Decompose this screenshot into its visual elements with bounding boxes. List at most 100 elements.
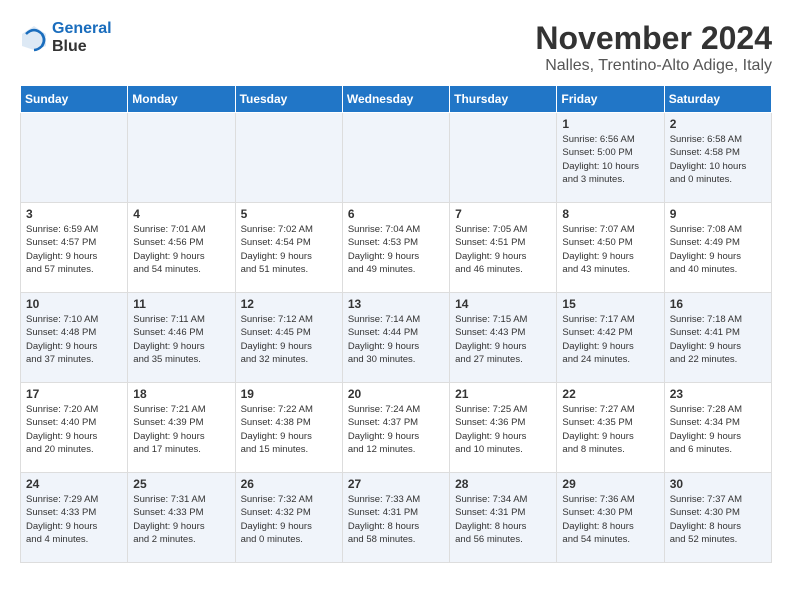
day-number: 20 bbox=[348, 387, 444, 401]
calendar-cell: 7 Sunrise: 7:05 AMSunset: 4:51 PMDaylight… bbox=[450, 203, 557, 293]
day-info: Sunrise: 7:10 AMSunset: 4:48 PMDaylight:… bbox=[26, 313, 122, 366]
header: General Blue November 2024 Nalles, Trent… bbox=[20, 20, 772, 75]
day-info: Sunrise: 7:36 AMSunset: 4:30 PMDaylight:… bbox=[562, 493, 658, 546]
title-area: November 2024 Nalles, Trentino-Alto Adig… bbox=[535, 20, 772, 75]
day-info: Sunrise: 7:04 AMSunset: 4:53 PMDaylight:… bbox=[348, 223, 444, 276]
day-number: 10 bbox=[26, 297, 122, 311]
logo-text: General Blue bbox=[52, 20, 112, 56]
day-info: Sunrise: 7:29 AMSunset: 4:33 PMDaylight:… bbox=[26, 493, 122, 546]
weekday-header-monday: Monday bbox=[128, 86, 235, 113]
calendar-cell bbox=[342, 113, 449, 203]
day-info: Sunrise: 6:59 AMSunset: 4:57 PMDaylight:… bbox=[26, 223, 122, 276]
weekday-header-friday: Friday bbox=[557, 86, 664, 113]
calendar-cell: 19Sunrise: 7:22 AMSunset: 4:38 PMDayligh… bbox=[235, 383, 342, 473]
logo-icon bbox=[20, 24, 48, 52]
calendar-cell: 14 Sunrise: 7:15 AMSunset: 4:43 PMDayligh… bbox=[450, 293, 557, 383]
calendar-cell bbox=[450, 113, 557, 203]
calendar-cell: 23Sunrise: 7:28 AMSunset: 4:34 PMDayligh… bbox=[664, 383, 771, 473]
calendar-cell: 28 Sunrise: 7:34 AMSunset: 4:31 PMDayligh… bbox=[450, 473, 557, 563]
calendar-cell: 25 Sunrise: 7:31 AMSunset: 4:33 PMDayligh… bbox=[128, 473, 235, 563]
day-info: Sunrise: 7:01 AMSunset: 4:56 PMDaylight:… bbox=[133, 223, 229, 276]
day-number: 28 bbox=[455, 477, 551, 491]
calendar-cell: 16Sunrise: 7:18 AMSunset: 4:41 PMDayligh… bbox=[664, 293, 771, 383]
calendar-week-row: 17 Sunrise: 7:20 AMSunset: 4:40 PMDayligh… bbox=[21, 383, 772, 473]
day-number: 18 bbox=[133, 387, 229, 401]
day-info: Sunrise: 7:24 AMSunset: 4:37 PMDaylight:… bbox=[348, 403, 444, 456]
calendar-cell bbox=[21, 113, 128, 203]
day-info: Sunrise: 7:15 AMSunset: 4:43 PMDaylight:… bbox=[455, 313, 551, 366]
day-number: 29 bbox=[562, 477, 658, 491]
day-info: Sunrise: 7:37 AMSunset: 4:30 PMDaylight:… bbox=[670, 493, 766, 546]
day-number: 14 bbox=[455, 297, 551, 311]
day-number: 13 bbox=[348, 297, 444, 311]
calendar-week-row: 10 Sunrise: 7:10 AMSunset: 4:48 PMDayligh… bbox=[21, 293, 772, 383]
calendar-cell: 5 Sunrise: 7:02 AMSunset: 4:54 PMDaylight… bbox=[235, 203, 342, 293]
day-number: 7 bbox=[455, 207, 551, 221]
day-info: Sunrise: 6:58 AMSunset: 4:58 PMDaylight:… bbox=[670, 133, 766, 186]
day-number: 4 bbox=[133, 207, 229, 221]
calendar-cell: 17 Sunrise: 7:20 AMSunset: 4:40 PMDayligh… bbox=[21, 383, 128, 473]
day-number: 26 bbox=[241, 477, 337, 491]
calendar-cell: 11 Sunrise: 7:11 AMSunset: 4:46 PMDayligh… bbox=[128, 293, 235, 383]
day-number: 17 bbox=[26, 387, 122, 401]
calendar-cell: 9Sunrise: 7:08 AMSunset: 4:49 PMDaylight… bbox=[664, 203, 771, 293]
calendar-body: 1Sunrise: 6:56 AMSunset: 5:00 PMDaylight… bbox=[21, 113, 772, 563]
day-number: 19 bbox=[241, 387, 337, 401]
day-info: Sunrise: 7:12 AMSunset: 4:45 PMDaylight:… bbox=[241, 313, 337, 366]
day-number: 11 bbox=[133, 297, 229, 311]
day-number: 15 bbox=[562, 297, 658, 311]
calendar-week-row: 1Sunrise: 6:56 AMSunset: 5:00 PMDaylight… bbox=[21, 113, 772, 203]
calendar-week-row: 3 Sunrise: 6:59 AMSunset: 4:57 PMDaylight… bbox=[21, 203, 772, 293]
calendar-cell: 21 Sunrise: 7:25 AMSunset: 4:36 PMDayligh… bbox=[450, 383, 557, 473]
day-number: 27 bbox=[348, 477, 444, 491]
calendar-table: SundayMondayTuesdayWednesdayThursdayFrid… bbox=[20, 85, 772, 563]
calendar-cell: 22 Sunrise: 7:27 AMSunset: 4:35 PMDayligh… bbox=[557, 383, 664, 473]
day-number: 22 bbox=[562, 387, 658, 401]
calendar-cell: 18 Sunrise: 7:21 AMSunset: 4:39 PMDayligh… bbox=[128, 383, 235, 473]
day-number: 5 bbox=[241, 207, 337, 221]
logo: General Blue bbox=[20, 20, 112, 56]
day-info: Sunrise: 7:02 AMSunset: 4:54 PMDaylight:… bbox=[241, 223, 337, 276]
day-number: 12 bbox=[241, 297, 337, 311]
day-number: 24 bbox=[26, 477, 122, 491]
calendar-cell: 29 Sunrise: 7:36 AMSunset: 4:30 PMDayligh… bbox=[557, 473, 664, 563]
month-title: November 2024 bbox=[535, 20, 772, 57]
calendar-cell: 8Sunrise: 7:07 AMSunset: 4:50 PMDaylight… bbox=[557, 203, 664, 293]
day-info: Sunrise: 7:33 AMSunset: 4:31 PMDaylight:… bbox=[348, 493, 444, 546]
calendar-cell: 27 Sunrise: 7:33 AMSunset: 4:31 PMDayligh… bbox=[342, 473, 449, 563]
day-number: 6 bbox=[348, 207, 444, 221]
calendar-cell: 2 Sunrise: 6:58 AMSunset: 4:58 PMDaylight… bbox=[664, 113, 771, 203]
day-number: 21 bbox=[455, 387, 551, 401]
day-number: 23 bbox=[670, 387, 766, 401]
calendar-week-row: 24 Sunrise: 7:29 AMSunset: 4:33 PMDayligh… bbox=[21, 473, 772, 563]
calendar-cell bbox=[235, 113, 342, 203]
day-info: Sunrise: 7:27 AMSunset: 4:35 PMDaylight:… bbox=[562, 403, 658, 456]
day-info: Sunrise: 7:05 AMSunset: 4:51 PMDaylight:… bbox=[455, 223, 551, 276]
weekday-header-tuesday: Tuesday bbox=[235, 86, 342, 113]
calendar-cell: 30 Sunrise: 7:37 AMSunset: 4:30 PMDayligh… bbox=[664, 473, 771, 563]
day-info: Sunrise: 7:11 AMSunset: 4:46 PMDaylight:… bbox=[133, 313, 229, 366]
day-info: Sunrise: 7:21 AMSunset: 4:39 PMDaylight:… bbox=[133, 403, 229, 456]
day-number: 30 bbox=[670, 477, 766, 491]
day-number: 25 bbox=[133, 477, 229, 491]
day-number: 16 bbox=[670, 297, 766, 311]
calendar-cell: 6 Sunrise: 7:04 AMSunset: 4:53 PMDaylight… bbox=[342, 203, 449, 293]
calendar-cell: 15Sunrise: 7:17 AMSunset: 4:42 PMDayligh… bbox=[557, 293, 664, 383]
day-number: 9 bbox=[670, 207, 766, 221]
calendar-cell: 26Sunrise: 7:32 AMSunset: 4:32 PMDayligh… bbox=[235, 473, 342, 563]
day-info: Sunrise: 7:20 AMSunset: 4:40 PMDaylight:… bbox=[26, 403, 122, 456]
day-number: 2 bbox=[670, 117, 766, 131]
day-info: Sunrise: 6:56 AMSunset: 5:00 PMDaylight:… bbox=[562, 133, 658, 186]
day-number: 3 bbox=[26, 207, 122, 221]
location-title: Nalles, Trentino-Alto Adige, Italy bbox=[535, 57, 772, 75]
day-info: Sunrise: 7:25 AMSunset: 4:36 PMDaylight:… bbox=[455, 403, 551, 456]
calendar-cell: 4 Sunrise: 7:01 AMSunset: 4:56 PMDaylight… bbox=[128, 203, 235, 293]
day-info: Sunrise: 7:34 AMSunset: 4:31 PMDaylight:… bbox=[455, 493, 551, 546]
calendar-cell: 1Sunrise: 6:56 AMSunset: 5:00 PMDaylight… bbox=[557, 113, 664, 203]
weekday-header-wednesday: Wednesday bbox=[342, 86, 449, 113]
day-info: Sunrise: 7:31 AMSunset: 4:33 PMDaylight:… bbox=[133, 493, 229, 546]
calendar-cell: 10 Sunrise: 7:10 AMSunset: 4:48 PMDayligh… bbox=[21, 293, 128, 383]
calendar-cell: 20 Sunrise: 7:24 AMSunset: 4:37 PMDayligh… bbox=[342, 383, 449, 473]
calendar-header: SundayMondayTuesdayWednesdayThursdayFrid… bbox=[21, 86, 772, 113]
weekday-header-sunday: Sunday bbox=[21, 86, 128, 113]
